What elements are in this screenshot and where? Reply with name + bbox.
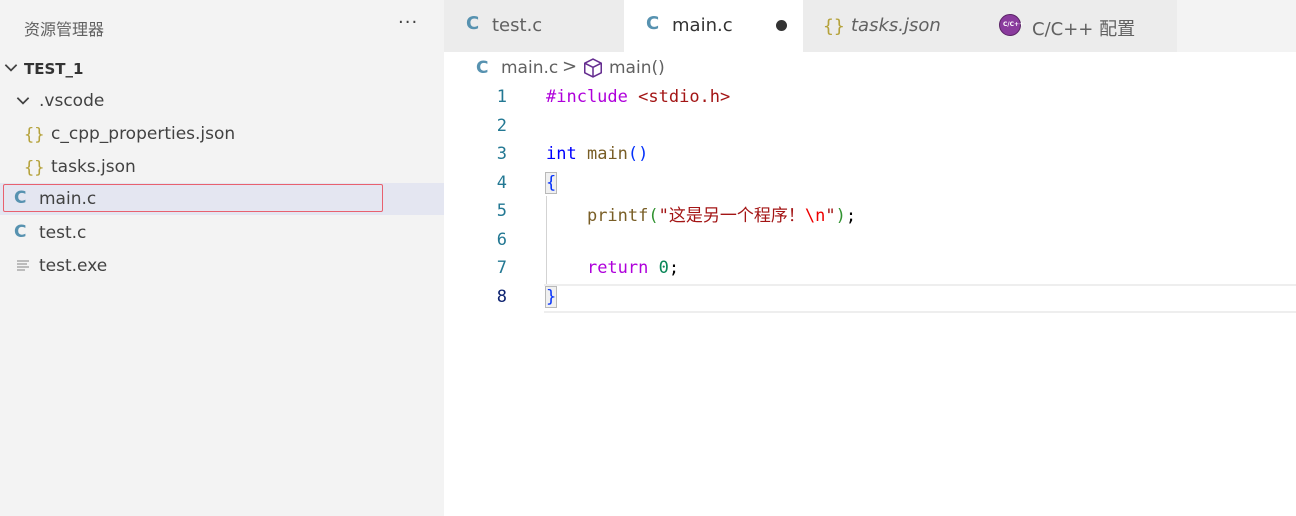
token-preprocessor: #include xyxy=(546,87,628,107)
tab-label: C/C++ 配置 xyxy=(1032,19,1136,40)
editor-tabs: C test.c C main.c {} tasks.json C/C++ C/… xyxy=(444,0,1296,52)
c-file-icon: C xyxy=(14,222,27,242)
token-type: int xyxy=(546,144,577,164)
file-lines-icon xyxy=(17,260,29,271)
token-paren: ) xyxy=(835,206,846,226)
c-cpp-config-icon: C/C++ xyxy=(999,14,1025,36)
line-number: 7 xyxy=(496,258,507,278)
token-paren: ( xyxy=(648,206,659,226)
token-function: printf xyxy=(586,206,649,226)
token-keyword: return xyxy=(586,258,649,278)
tab-c-cpp-config[interactable]: C/C++ C/C++ 配置 xyxy=(978,0,1177,52)
explorer-sidebar: 资源管理器 ··· TEST_1 .vscode {} c_cpp_proper… xyxy=(0,0,444,516)
code-editor[interactable]: 1 #include <stdio.h> 2 3 int main() 4 { … xyxy=(444,84,1296,516)
token-semicolon: ; xyxy=(668,258,680,278)
breadcrumb: C main.c > main() xyxy=(444,52,1296,84)
code-text: return 0; xyxy=(546,258,679,278)
token-include-path: <stdio.h> xyxy=(638,87,731,107)
line-number: 6 xyxy=(496,230,507,250)
c-file-icon: C xyxy=(646,13,660,34)
chevron-down-icon xyxy=(4,64,18,72)
token-paren: ( xyxy=(627,144,639,164)
code-line-5: 5 printf("这是另一个程序！\n"); xyxy=(444,198,1296,226)
c-file-icon: C xyxy=(476,58,489,78)
code-text: #include <stdio.h> xyxy=(546,87,730,107)
c-file-icon: C xyxy=(466,13,480,34)
line-number: 8 xyxy=(496,287,507,307)
tab-test-c[interactable]: C test.c xyxy=(444,0,624,52)
code-line-7: 7 return 0; xyxy=(444,255,1296,283)
code-text: printf("这是另一个程序！\n"); xyxy=(546,201,856,226)
tree-item-main-c[interactable]: C main.c xyxy=(0,183,444,215)
code-line-4: 4 { xyxy=(444,170,1296,198)
token-string: "这是另一个程序！ xyxy=(658,206,805,226)
token-paren: ) xyxy=(638,144,649,164)
token-brace-open: { xyxy=(544,172,558,194)
tree-item-label: test.exe xyxy=(39,256,108,276)
unsaved-dot-icon[interactable] xyxy=(776,20,787,31)
line-number: 5 xyxy=(496,201,507,221)
tab-tasks-json[interactable]: {} tasks.json xyxy=(803,0,978,52)
token-string-end: " xyxy=(825,206,836,226)
tab-label: test.c xyxy=(492,15,543,36)
tab-label: tasks.json xyxy=(851,15,941,36)
chevron-right-icon: > xyxy=(562,56,578,77)
c-cpp-config-icon-text: C/C++ xyxy=(1003,21,1025,28)
explorer-title: 资源管理器 xyxy=(24,20,105,39)
code-line-6: 6 xyxy=(444,227,1296,255)
json-file-icon: {} xyxy=(24,125,45,145)
line-number: 4 xyxy=(496,173,507,193)
tab-main-c[interactable]: C main.c xyxy=(624,0,803,52)
more-actions-icon[interactable]: ··· xyxy=(398,12,418,33)
c-file-icon: C xyxy=(14,188,27,208)
tree-item-label: tasks.json xyxy=(51,157,136,177)
chevron-down-icon xyxy=(16,97,30,105)
token-semicolon: ; xyxy=(845,206,857,226)
code-line-2: 2 xyxy=(444,113,1296,141)
tree-folder-root[interactable]: TEST_1 xyxy=(0,52,444,84)
tree-item-test-exe[interactable]: test.exe xyxy=(0,250,444,282)
token-number: 0 xyxy=(658,258,669,278)
line-number: 2 xyxy=(496,116,507,136)
tree-folder-vscode[interactable]: .vscode xyxy=(0,85,444,117)
breadcrumb-file[interactable]: main.c xyxy=(501,58,558,78)
explorer-header: 资源管理器 ··· xyxy=(0,0,444,52)
json-file-icon: {} xyxy=(24,158,45,178)
tree-item-label: c_cpp_properties.json xyxy=(51,124,236,144)
breadcrumb-symbol[interactable]: main() xyxy=(609,58,665,78)
tree-item-label: main.c xyxy=(39,189,97,209)
code-line-3: 3 int main() xyxy=(444,141,1296,169)
code-line-8: 8 } xyxy=(444,284,1296,313)
token-function: main xyxy=(586,144,628,164)
token-escape: \n xyxy=(804,206,826,226)
code-text: { xyxy=(544,172,558,194)
tree-item-label: .vscode xyxy=(39,91,105,111)
tree-folder-label: TEST_1 xyxy=(24,60,84,78)
tree-item-tasks-json[interactable]: {} tasks.json xyxy=(0,151,444,183)
code-text: int main() xyxy=(546,144,648,164)
json-file-icon: {} xyxy=(823,16,845,37)
method-cube-icon xyxy=(583,58,603,78)
line-number: 1 xyxy=(496,87,507,107)
current-line-highlight xyxy=(544,284,1296,313)
code-text: } xyxy=(544,286,558,308)
tab-label: main.c xyxy=(672,15,733,36)
code-line-1: 1 #include <stdio.h> xyxy=(444,84,1296,112)
token-brace-close: } xyxy=(544,286,558,308)
tree-item-label: test.c xyxy=(39,223,87,243)
line-number: 3 xyxy=(496,144,507,164)
tree-item-test-c[interactable]: C test.c xyxy=(0,217,444,249)
tree-item-c-cpp-properties[interactable]: {} c_cpp_properties.json xyxy=(0,118,444,150)
